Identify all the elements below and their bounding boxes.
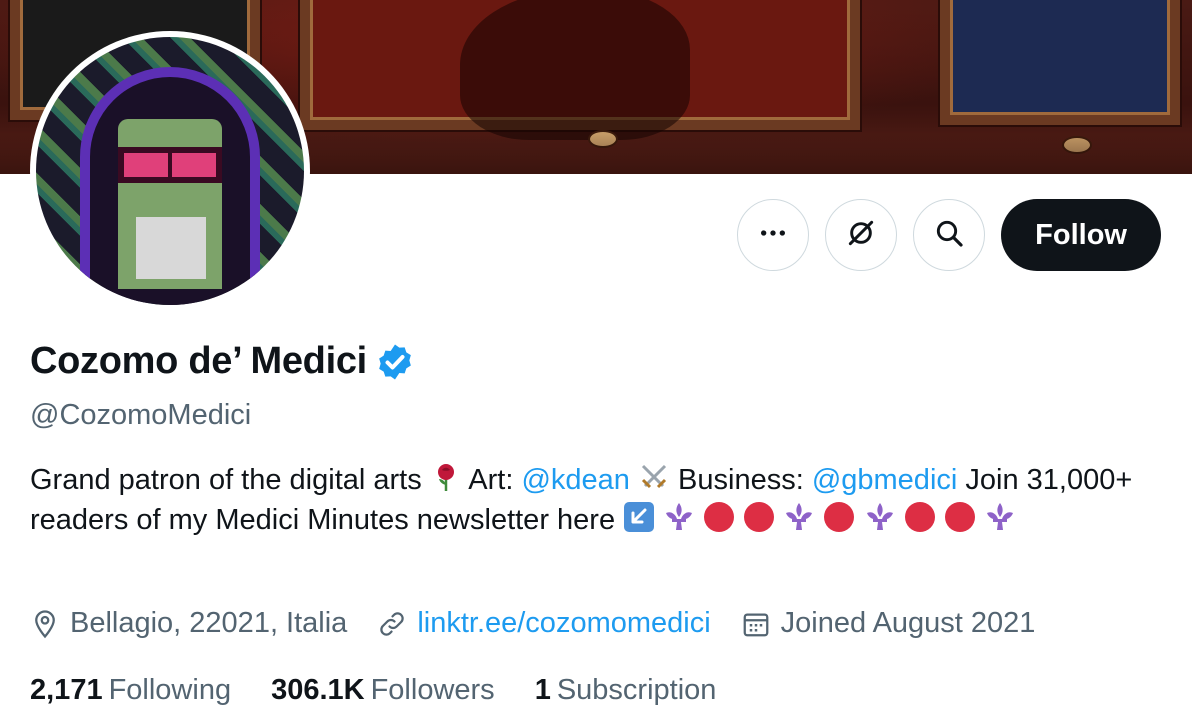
profile-link[interactable]: linktr.ee/cozomomedici bbox=[377, 607, 711, 640]
more-horizontal-icon bbox=[757, 217, 789, 254]
fleur-de-lis-emoji-icon bbox=[864, 501, 896, 533]
profile-actions: Follow bbox=[737, 199, 1161, 271]
profile-bio: Grand patron of the digital arts Art: @k… bbox=[30, 460, 1170, 540]
rose-emoji-icon bbox=[430, 461, 462, 493]
link-icon bbox=[377, 609, 407, 639]
red-circle-emoji-icon bbox=[944, 501, 976, 533]
location-text: Bellagio, 22021, Italia bbox=[70, 607, 348, 639]
subscriptions-label: Subscription bbox=[556, 674, 717, 706]
avatar-glasses bbox=[118, 147, 222, 183]
profile-handle: @CozomoMedici bbox=[30, 399, 252, 431]
mention-link-gbmedici[interactable]: @gbmedici bbox=[812, 464, 958, 496]
follow-button[interactable]: Follow bbox=[1001, 199, 1161, 271]
location-pin-icon bbox=[30, 609, 60, 639]
red-circle-emoji-icon bbox=[743, 501, 775, 533]
avatar[interactable] bbox=[30, 31, 310, 311]
location: Bellagio, 22021, Italia bbox=[30, 607, 347, 640]
grok-button[interactable] bbox=[825, 199, 898, 271]
arrow-down-left-emoji-icon bbox=[623, 501, 655, 533]
red-circle-emoji-icon bbox=[703, 501, 735, 533]
followers-label: Followers bbox=[370, 674, 495, 706]
banner-painting-right bbox=[940, 0, 1180, 125]
avatar-image bbox=[36, 37, 304, 305]
following-count: 2,171 bbox=[30, 674, 103, 706]
subscriptions-count: 1 bbox=[534, 674, 551, 706]
subscriptions-stat[interactable]: 1 Subscription bbox=[535, 674, 717, 707]
joined-date: Joined August 2021 bbox=[741, 607, 1036, 640]
following-stat[interactable]: 2,171 Following bbox=[30, 674, 231, 707]
calendar-icon bbox=[741, 609, 771, 639]
fleur-de-lis-emoji-icon bbox=[984, 501, 1016, 533]
banner-figure bbox=[460, 0, 690, 140]
bio-art-label: Art: bbox=[468, 464, 514, 496]
mention-link-kdean[interactable]: @kdean bbox=[521, 464, 629, 496]
red-circle-emoji-icon bbox=[904, 501, 936, 533]
display-name: Cozomo de’ Medici bbox=[30, 340, 367, 382]
profile-stats: 2,171 Following 306.1K Followers 1 Subscrip… bbox=[30, 674, 716, 707]
followers-count: 306.1K bbox=[271, 674, 365, 706]
more-button[interactable] bbox=[737, 199, 810, 271]
avatar-mask bbox=[136, 217, 206, 279]
bio-text: Grand patron of the digital arts bbox=[30, 464, 422, 496]
following-label: Following bbox=[108, 674, 232, 706]
search-icon bbox=[933, 217, 965, 254]
search-button[interactable] bbox=[913, 199, 986, 271]
red-circle-emoji-icon bbox=[823, 501, 855, 533]
profile-name-row: Cozomo de’ Medici bbox=[30, 340, 415, 383]
crossed-swords-emoji-icon bbox=[638, 461, 670, 493]
fleur-de-lis-emoji-icon bbox=[783, 501, 815, 533]
followers-stat[interactable]: 306.1K Followers bbox=[271, 674, 495, 707]
bio-business-label: Business: bbox=[678, 464, 804, 496]
profile-link-text[interactable]: linktr.ee/cozomomedici bbox=[417, 607, 710, 640]
joined-text: Joined August 2021 bbox=[780, 607, 1036, 639]
grok-icon bbox=[845, 217, 877, 254]
fleur-de-lis-emoji-icon bbox=[663, 501, 695, 533]
verified-badge-icon[interactable] bbox=[375, 342, 415, 382]
profile-meta: Bellagio, 22021, Italia linktr.ee/cozomo… bbox=[30, 607, 1035, 640]
